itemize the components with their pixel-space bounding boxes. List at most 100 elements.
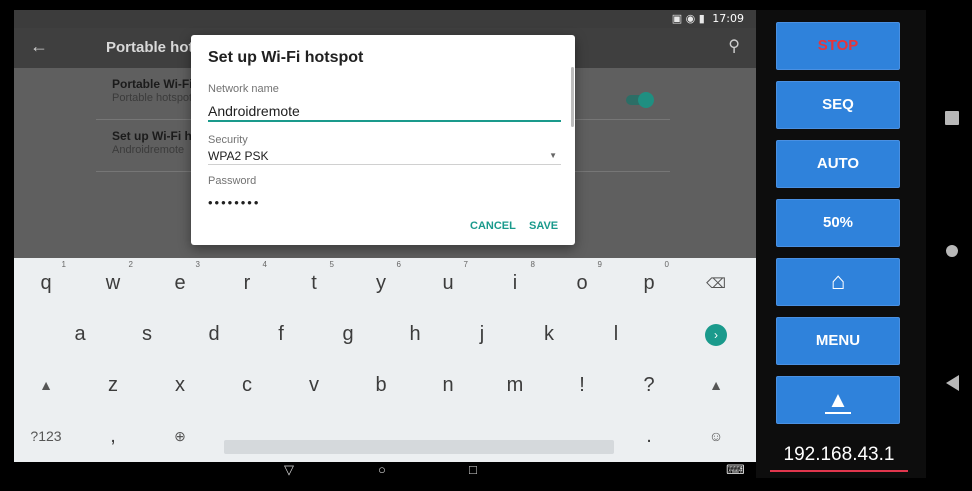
key-label: z: [108, 374, 118, 396]
auto-button[interactable]: AUTO: [776, 140, 900, 188]
period-label: .: [646, 425, 652, 447]
key-s[interactable]: s: [115, 309, 179, 360]
emoji-key[interactable]: ☺: [684, 411, 748, 462]
stop-button[interactable]: STOP: [776, 22, 900, 70]
key-label: k: [544, 323, 554, 345]
save-button[interactable]: SAVE: [529, 220, 558, 232]
symbols-key[interactable]: ?123: [14, 411, 78, 462]
backspace-key[interactable]: ⌫: [684, 258, 748, 309]
key-label: a: [74, 323, 86, 345]
key-z[interactable]: z: [81, 360, 145, 411]
security-select[interactable]: WPA2 PSK ▼: [208, 147, 561, 165]
key-hint: 0: [664, 260, 669, 269]
back-triangle-icon[interactable]: [946, 375, 959, 391]
status-bar: ▣ ◉ ▮ 17:09: [14, 10, 756, 28]
key-t[interactable]: 5t: [282, 258, 346, 309]
key-label: p: [643, 272, 655, 294]
auto-label: AUTO: [816, 155, 860, 172]
key-hint: 6: [396, 260, 401, 269]
key-label: !: [579, 374, 585, 396]
search-icon[interactable]: ⚲: [728, 36, 740, 56]
home-circle-icon[interactable]: [946, 245, 958, 257]
keyboard-row-2: a s d f g h j k l ›: [14, 309, 756, 360]
nav-recent-icon[interactable]: □: [469, 462, 477, 478]
recents-icon[interactable]: [945, 111, 959, 125]
hotspot-toggle[interactable]: [626, 92, 654, 108]
space-key[interactable]: [224, 440, 614, 454]
key-hint: 4: [262, 260, 267, 269]
key-c[interactable]: c: [215, 360, 279, 411]
dropdown-arrow-icon: ▼: [549, 151, 557, 160]
key-k[interactable]: k: [517, 309, 581, 360]
key-label: q: [40, 272, 52, 294]
cancel-button[interactable]: CANCEL: [470, 220, 516, 232]
key-x[interactable]: x: [148, 360, 212, 411]
key-n[interactable]: n: [416, 360, 480, 411]
back-arrow-icon[interactable]: ←: [30, 36, 48, 57]
key-exclamation[interactable]: !: [550, 360, 614, 411]
network-name-input[interactable]: [208, 102, 561, 122]
key-label: b: [375, 374, 387, 396]
dialog-scrollbar[interactable]: [571, 67, 574, 127]
keyboard-switch-icon[interactable]: ⌨: [726, 462, 745, 478]
key-v[interactable]: v: [282, 360, 346, 411]
key-i[interactable]: 8i: [483, 258, 547, 309]
key-j[interactable]: j: [450, 309, 514, 360]
key-p[interactable]: 0p: [617, 258, 681, 309]
enter-key[interactable]: ›: [684, 309, 748, 360]
up-button[interactable]: ▲: [776, 376, 900, 424]
ip-address-field[interactable]: 192.168.43.1: [770, 444, 908, 472]
key-label: ?: [643, 374, 655, 396]
key-b[interactable]: b: [349, 360, 413, 411]
key-l[interactable]: l: [584, 309, 648, 360]
key-a[interactable]: a: [48, 309, 112, 360]
key-label: d: [208, 323, 220, 345]
key-y[interactable]: 6y: [349, 258, 413, 309]
key-label: f: [278, 323, 284, 345]
globe-key[interactable]: ⊕: [148, 411, 212, 462]
nav-back-icon[interactable]: ▽: [284, 462, 294, 478]
key-hint: 1: [61, 260, 66, 269]
seq-button[interactable]: SEQ: [776, 81, 900, 129]
key-hint: 8: [530, 260, 535, 269]
period-key[interactable]: .: [617, 411, 681, 462]
key-label: j: [479, 323, 485, 345]
key-h[interactable]: h: [383, 309, 447, 360]
stop-label: STOP: [817, 37, 859, 54]
backspace-icon: ⌫: [706, 275, 726, 291]
key-question[interactable]: ?: [617, 360, 681, 411]
key-u[interactable]: 7u: [416, 258, 480, 309]
menu-button[interactable]: MENU: [776, 317, 900, 365]
shift-key-left[interactable]: ▲: [14, 360, 78, 411]
status-icons-glyphs: ▣ ◉ ▮: [671, 12, 705, 25]
keyboard-row-1: 1q 2w 3e 4r 5t 6y 7u 8i 9o 0p ⌫: [14, 258, 756, 309]
android-screen: ▣ ◉ ▮ 17:09 ← Portable hotspot ⚲ Portabl…: [14, 10, 756, 478]
key-m[interactable]: m: [483, 360, 547, 411]
key-label: u: [442, 272, 454, 294]
key-w[interactable]: 2w: [81, 258, 145, 309]
key-q[interactable]: 1q: [14, 258, 78, 309]
keyboard-row-3: ▲ z x c v b n m ! ? ▲: [14, 360, 756, 411]
comma-key[interactable]: ,: [81, 411, 145, 462]
key-f[interactable]: f: [249, 309, 313, 360]
shift-key-right[interactable]: ▲: [684, 360, 748, 411]
key-o[interactable]: 9o: [550, 258, 614, 309]
key-g[interactable]: g: [316, 309, 380, 360]
key-label: v: [309, 374, 319, 396]
key-label: e: [174, 272, 186, 294]
speed-label: 50%: [822, 214, 854, 231]
shift-icon: ▲: [709, 377, 723, 393]
key-r[interactable]: 4r: [215, 258, 279, 309]
seq-label: SEQ: [822, 96, 854, 113]
key-d[interactable]: d: [182, 309, 246, 360]
home-button[interactable]: ⌂: [776, 258, 900, 306]
speed-50-button[interactable]: 50%: [776, 199, 900, 247]
key-e[interactable]: 3e: [148, 258, 212, 309]
setting-subtitle: Androidremote: [112, 144, 185, 156]
key-label: i: [512, 272, 518, 294]
key-label: w: [105, 272, 121, 294]
password-field[interactable]: ••••••••: [208, 195, 561, 211]
nav-home-icon[interactable]: ○: [378, 462, 386, 478]
emoji-icon: ☺: [708, 428, 724, 444]
key-label: l: [613, 323, 619, 345]
